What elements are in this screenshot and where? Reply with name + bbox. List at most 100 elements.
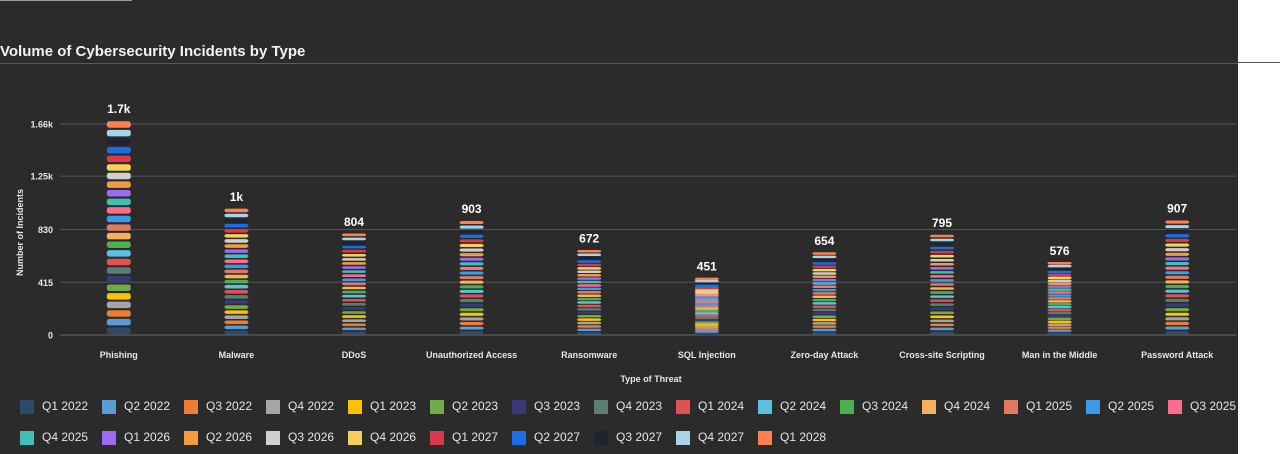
legend-swatch [758,431,772,445]
bar-segment [224,234,249,238]
bar-segment [694,282,719,285]
bar-segment [812,298,837,302]
bar-segment [106,318,131,326]
legend-label: Q1 2024 [698,399,745,413]
bar-segment [459,243,484,248]
bar-segment [694,305,719,308]
bar-segment [812,302,837,305]
bar-segment [577,250,602,253]
bar-segment [812,295,837,299]
bar-segment [342,298,366,302]
bar-segment [812,312,837,315]
bar-segment [930,246,954,250]
bar-segment [930,279,954,282]
bar-segment [694,311,719,315]
x-tick-label: Man in the Middle [1022,350,1098,360]
bar-segment [1165,266,1190,270]
bar-segment [459,285,484,289]
bar-segment [1047,294,1072,297]
bar-segment [1047,329,1072,332]
data-label: 795 [932,216,952,230]
legend-label: Q1 2026 [124,430,171,444]
legend-label: Q1 2023 [370,399,417,413]
bar-segment [342,307,366,310]
bar-segment [1047,332,1072,335]
bar-segment [342,270,366,273]
bar-segment [224,213,249,218]
bar-segment [342,294,366,298]
bar-segment [106,121,131,128]
bar-segment [1165,326,1190,330]
bar-segment [812,318,837,322]
bar-segment [577,260,602,263]
bar-segment [224,239,249,243]
data-label: 907 [1167,202,1187,216]
legend-label: Q2 2023 [452,399,499,413]
bar-segment [1047,273,1072,277]
bar-segment [1165,285,1190,289]
bar-segment [930,303,954,306]
bar-segment [694,330,719,333]
x-tick-label: Unauthorized Access [426,350,517,360]
bar-segment [577,318,602,321]
bar-segment [577,270,602,274]
bar-segment [224,325,249,330]
bar-segment [459,331,484,335]
bar-segment [930,327,954,331]
bar-segment [1047,291,1072,294]
bar-segment [342,323,366,327]
legend-label: Q2 2026 [206,430,253,444]
bar-segment [930,315,954,319]
bar-segment [224,279,249,284]
chart-panel: Volume of Cybersecurity Incidents by Typ… [0,0,1238,454]
bar-segment [1047,308,1072,312]
bar-segment [694,277,719,281]
bar-segment [342,274,366,278]
legend-label: Q4 2024 [944,399,991,413]
bar-segment [577,332,602,335]
bar-segment [812,275,837,279]
bar-segment [1047,305,1072,309]
bar-segment [224,264,249,269]
data-label: 903 [462,202,482,216]
legend-swatch [184,400,198,414]
bar-segment [459,257,484,261]
bar-segment [342,233,366,237]
legend-label: Q4 2023 [616,399,663,413]
bar-segment [1165,220,1190,224]
y-tick-label: 830 [38,225,53,235]
bar-segment [342,290,366,294]
bar-segment [106,241,131,249]
bar-segment [342,278,366,282]
bar-segment [1165,234,1190,238]
legend-swatch [840,400,854,414]
bar-segment [577,308,602,311]
bar-segment [342,237,366,241]
bar-segment [694,318,719,322]
bar-segment [1165,331,1190,335]
legend-label: Q1 2022 [42,399,89,413]
outer-divider [1238,62,1280,63]
bar-segment [694,298,719,301]
bar-segment [577,311,602,315]
legend-label: Q2 2024 [780,399,827,413]
legend-swatch [676,431,690,445]
bar-segment [106,215,131,223]
bar-segment [694,328,719,331]
legend-swatch [266,400,280,414]
bar-segment [1165,308,1190,312]
bar-segment [694,307,719,310]
bar-segment [694,316,719,320]
bar-segment [930,242,954,246]
legend-row: Q4 2025 Q1 2026 Q2 2026 Q3 2026 Q4 2026 Q1 20… [0,428,1238,448]
bar-segment [224,208,249,213]
bar-segment [1047,323,1072,326]
bar-segment [342,241,366,245]
bar-segment [812,265,837,269]
legend-label: Q3 2024 [862,399,909,413]
data-label: 576 [1050,244,1070,258]
bar-segment [694,293,719,297]
bar-segment [812,325,837,328]
bar-segment [1047,270,1072,274]
bar-segment [930,238,954,242]
